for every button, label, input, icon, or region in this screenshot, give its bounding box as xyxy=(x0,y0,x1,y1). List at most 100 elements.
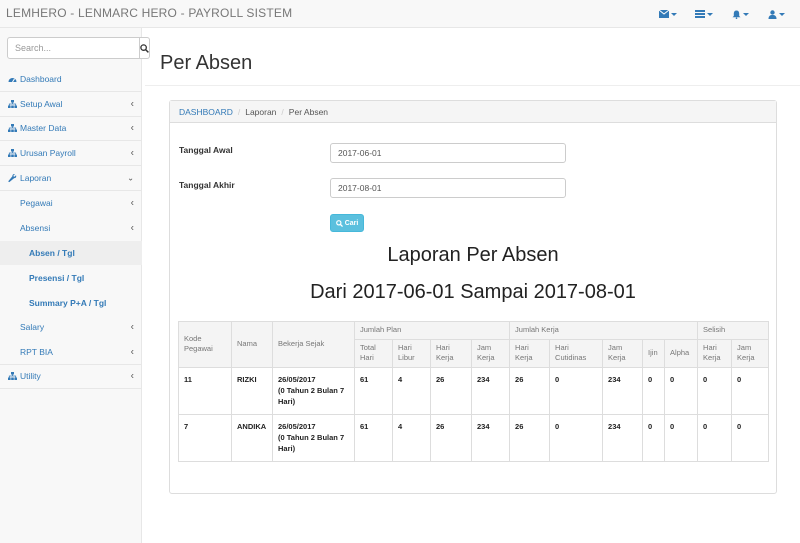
tanggal-awal-field[interactable] xyxy=(330,143,566,163)
header-ijin: Ijin xyxy=(642,338,666,368)
sidebar-item-label: Salary xyxy=(20,322,45,333)
sidebar-item-label: Absensi xyxy=(20,223,51,234)
breadcrumb-current: Per Absen xyxy=(288,106,329,117)
header-kode-pegawai: Kode Pegawai xyxy=(178,321,232,368)
sidebar-item-label: Dashboard xyxy=(20,73,62,84)
search-input[interactable] xyxy=(7,37,140,59)
sidebar-item-setup-awal[interactable]: Setup Awal ‹ xyxy=(0,92,142,117)
tasks-icon xyxy=(695,10,705,18)
sitemap-icon xyxy=(7,372,18,381)
cell-kode: 7 xyxy=(178,413,232,462)
cell-hari-kerja: 26 xyxy=(430,413,472,462)
header-kerja-jam-kerja: Jam Kerja xyxy=(602,338,644,368)
breadcrumb-dashboard-link[interactable]: DASHBOARD xyxy=(179,107,233,117)
sidebar-menu: Dashboard Setup Awal ‹ Master Data ‹ Uru… xyxy=(0,67,142,390)
header-bekerja-sejak: Bekerja Sejak xyxy=(272,321,355,368)
report-subtitle: Dari 2017-06-01 Sampai 2017-08-01 xyxy=(310,281,636,303)
cell-bekerja-sejak: 26/05/2017 (0 Tahun 2 Bulan 7 Hari) xyxy=(272,366,355,415)
alerts-dropdown[interactable] xyxy=(722,10,758,19)
tasks-dropdown[interactable] xyxy=(686,10,722,18)
sidebar-item-salary[interactable]: Salary ‹ xyxy=(0,315,142,340)
app-brand[interactable]: LEMHERO - LENMARC HERO - PAYROLL SISTEM xyxy=(6,6,292,20)
cell-ijin: 0 xyxy=(642,413,666,462)
sidebar-item-laporan[interactable]: Laporan ⌄ xyxy=(0,166,142,191)
sidebar-item-label: Urusan Payroll xyxy=(20,148,76,159)
sidebar-item-dashboard[interactable]: Dashboard xyxy=(0,67,142,92)
cell-total-hari: 61 xyxy=(354,366,393,415)
chevron-left-icon: ‹ xyxy=(130,98,134,110)
search-icon xyxy=(140,43,149,53)
sidebar-item-summary-pa-tgl[interactable]: Summary P+A / Tgl xyxy=(0,290,142,315)
search-button[interactable] xyxy=(140,37,150,59)
chevron-left-icon: ‹ xyxy=(130,346,134,358)
sidebar-item-label: Master Data xyxy=(20,123,67,134)
sidebar-item-label: RPT BIA xyxy=(20,346,53,357)
sidebar-item-absensi[interactable]: Absensi ‹ xyxy=(0,216,142,241)
cell-alpha: 0 xyxy=(664,366,699,415)
sitemap-icon xyxy=(7,149,18,158)
wrench-icon xyxy=(7,173,18,183)
header-kerja-hari-kerja: Hari Kerja xyxy=(509,338,551,368)
sidebar-item-urusan-payroll[interactable]: Urusan Payroll ‹ xyxy=(0,141,142,167)
tanggal-akhir-field[interactable] xyxy=(330,178,566,198)
user-dropdown[interactable] xyxy=(758,9,794,19)
sidebar-item-pegawai[interactable]: Pegawai ‹ xyxy=(0,191,142,216)
tanggal-awal-label: Tanggal Awal xyxy=(179,145,233,155)
envelope-icon xyxy=(659,10,669,18)
header-jam-kerja: Jam Kerja xyxy=(470,338,511,368)
sidebar-item-label: Laporan xyxy=(20,173,52,184)
cell-bekerja-lama: (0 Tahun 2 Bulan 7 Hari) xyxy=(278,432,345,453)
header-selisih-hari-kerja: Hari Kerja xyxy=(697,338,733,368)
chevron-left-icon: ‹ xyxy=(130,321,134,333)
chevron-down-icon: ⌄ xyxy=(127,173,134,183)
header-selisih: Selisih xyxy=(697,321,770,340)
navbar-icons xyxy=(650,0,794,28)
header-hari-libur: Hari Libur xyxy=(392,338,431,368)
user-icon xyxy=(768,9,776,19)
cell-selisih-hari-kerja: 0 xyxy=(697,366,733,415)
caret-icon xyxy=(778,12,785,16)
cell-bekerja-lama: (0 Tahun 2 Bulan 7 Hari) xyxy=(278,385,345,406)
table-header-row: Kode Pegawai Nama Bekerja Sejak Jumlah P… xyxy=(178,321,770,368)
cell-kerja-hari-kerja: 26 xyxy=(509,413,551,462)
sidebar-item-label: Utility xyxy=(20,371,41,382)
tanggal-akhir-label: Tanggal Akhir xyxy=(179,180,235,190)
divider xyxy=(145,85,800,86)
header-total-hari: Total Hari xyxy=(354,338,393,368)
sidebar-item-label: Summary P+A / Tgl xyxy=(29,297,107,308)
sitemap-icon xyxy=(7,124,18,133)
breadcrumb: DASHBOARD / Laporan / Per Absen xyxy=(170,101,776,123)
sidebar-search xyxy=(7,37,150,59)
cell-selisih-hari-kerja: 0 xyxy=(697,413,733,462)
cari-button[interactable]: Cari xyxy=(330,214,364,232)
caret-icon xyxy=(707,12,713,16)
header-jumlah-kerja: Jumlah Kerja xyxy=(509,321,699,340)
cell-kerja-jam-kerja: 234 xyxy=(602,413,644,462)
breadcrumb-laporan: Laporan xyxy=(245,106,277,117)
cell-bekerja-tanggal: 26/05/2017 xyxy=(278,421,316,431)
sidebar-item-label: Absen / Tgl xyxy=(29,247,75,258)
messages-dropdown[interactable] xyxy=(650,10,686,18)
sidebar-item-master-data[interactable]: Master Data ‹ xyxy=(0,117,142,142)
sidebar-item-label: Setup Awal xyxy=(20,98,63,109)
sitemap-icon xyxy=(7,99,18,108)
sidebar-item-presensi-tgl[interactable]: Presensi / Tgl xyxy=(0,265,142,290)
cell-nama: ANDIKA xyxy=(231,413,273,462)
sidebar-item-utility[interactable]: Utility ‹ xyxy=(0,365,142,390)
chevron-left-icon: ‹ xyxy=(130,197,134,209)
report-table: Kode Pegawai Nama Bekerja Sejak Jumlah P… xyxy=(178,321,770,462)
breadcrumb-separator: / xyxy=(281,106,284,117)
header-hari-cutidinas: Hari Cutidinas xyxy=(549,338,604,368)
breadcrumb-separator: / xyxy=(237,106,241,117)
cell-kerja-jam-kerja: 234 xyxy=(602,366,644,415)
dashboard-icon xyxy=(7,75,18,83)
sidebar-item-label: Presensi / Tgl xyxy=(29,272,85,283)
cell-selisih-jam-kerja: 0 xyxy=(731,366,770,415)
page-title: Per Absen xyxy=(160,52,253,74)
chevron-left-icon: ‹ xyxy=(130,222,134,234)
sidebar-item-absen-tgl[interactable]: Absen / Tgl xyxy=(0,240,142,266)
sidebar-item-label: Pegawai xyxy=(20,198,53,209)
header-alpha: Alpha xyxy=(664,338,699,368)
chevron-left-icon: ‹ xyxy=(130,370,134,382)
sidebar-item-rpt-bia[interactable]: RPT BIA ‹ xyxy=(0,340,142,365)
